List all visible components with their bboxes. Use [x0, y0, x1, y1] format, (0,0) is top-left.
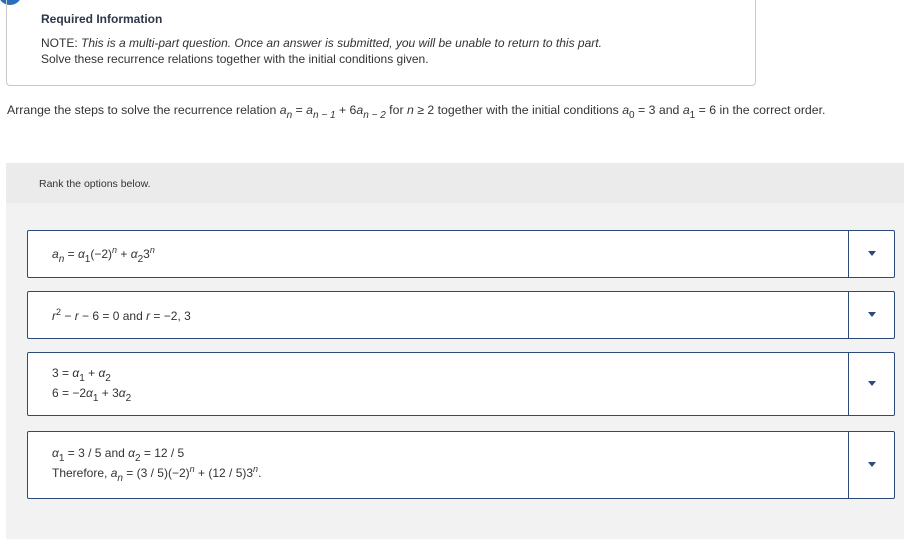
- caret-down-icon: [868, 251, 876, 256]
- rank-list: an = α1(−2)n + α23n r2 − r − 6 = 0 and r…: [6, 203, 904, 539]
- rank-label: Rank the options below.: [39, 178, 151, 190]
- note-text: This is a multi-part question. Once an a…: [81, 36, 602, 50]
- info-line2: Solve these recurrence relations togethe…: [41, 52, 429, 66]
- caret-down-icon: [868, 462, 876, 467]
- rank-dropdown-1[interactable]: [848, 231, 894, 277]
- rank-item-3-text: 3 = α1 + α2 6 = −2α1 + 3α2: [52, 366, 132, 404]
- rank-item-1[interactable]: an = α1(−2)n + α23n: [27, 230, 895, 278]
- caret-down-icon: [868, 312, 876, 317]
- rank-header: Rank the options below.: [6, 163, 904, 203]
- rank-dropdown-3[interactable]: [848, 353, 894, 415]
- rank-item-1-text: an = α1(−2)n + α23n: [52, 245, 155, 265]
- info-note: NOTE: This is a multi-part question. Onc…: [41, 35, 602, 67]
- rank-item-2[interactable]: r2 − r − 6 = 0 and r = −2, 3: [27, 291, 895, 339]
- caret-down-icon: [868, 381, 876, 386]
- rank-item-4[interactable]: α1 = 3 / 5 and α2 = 12 / 5 Therefore, an…: [27, 431, 895, 499]
- rank-item-3[interactable]: 3 = α1 + α2 6 = −2α1 + 3α2: [27, 352, 895, 416]
- rank-item-2-text: r2 − r − 6 = 0 and r = −2, 3: [52, 307, 191, 324]
- rank-item-4-text: α1 = 3 / 5 and α2 = 12 / 5 Therefore, an…: [52, 446, 262, 484]
- rank-dropdown-2[interactable]: [848, 292, 894, 338]
- rank-dropdown-4[interactable]: [848, 432, 894, 498]
- question-text: Arrange the steps to solve the recurrenc…: [7, 103, 826, 121]
- required-information-box: Required Information NOTE: This is a mul…: [6, 0, 756, 86]
- note-label: NOTE:: [41, 36, 82, 50]
- info-title: Required Information: [41, 12, 163, 26]
